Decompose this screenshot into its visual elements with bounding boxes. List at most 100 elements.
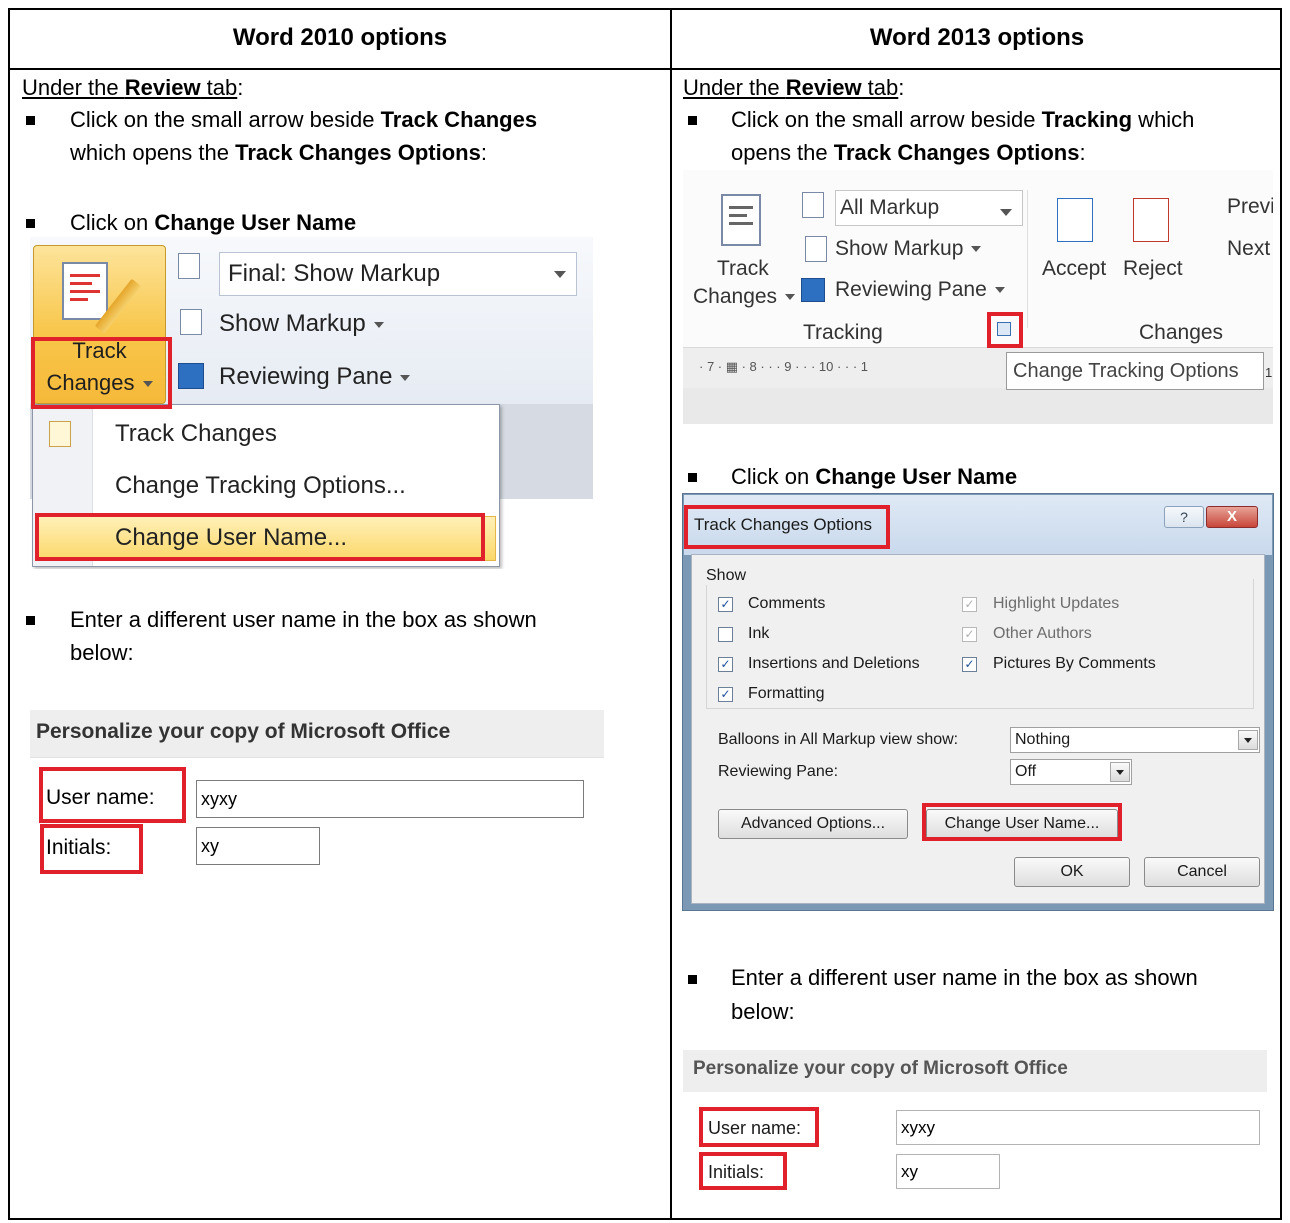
- formatting-label: Formatting: [748, 685, 825, 702]
- comments-label: Comments: [748, 595, 826, 612]
- reviewing-pane-button[interactable]: Reviewing Pane: [835, 277, 1005, 303]
- tracking-group-label: Tracking: [803, 321, 883, 344]
- group-separator: [1027, 190, 1028, 328]
- left-step3-line2: below:: [70, 640, 134, 665]
- comments-checkbox[interactable]: ✓: [718, 597, 733, 612]
- word2013-ribbon-screenshot: Track Changes All Markup Show Markup Rev…: [683, 170, 1273, 424]
- track-changes-button[interactable]: Changes: [693, 284, 796, 310]
- right-step1-line2: opens the Track Changes Options:: [731, 140, 1086, 165]
- left-step1-line1: Click on the small arrow beside Track Ch…: [70, 107, 538, 132]
- accept-icon: [1057, 198, 1093, 242]
- balloons-select[interactable]: Nothing: [1010, 727, 1260, 753]
- ruler-tail: 1!: [1265, 365, 1273, 380]
- document-edit-icon: [721, 194, 761, 246]
- ruler-ticks: · 7 · ▦ · 8 · · · 9 · · · 10 · · · 1: [699, 359, 869, 374]
- personalize-heading: Personalize your copy of Microsoft Offic…: [36, 720, 451, 743]
- initials-input[interactable]: xy: [196, 827, 320, 865]
- header-word-2010: Word 2010 options: [232, 24, 448, 51]
- show-markup-icon: [805, 236, 827, 262]
- initials-input[interactable]: xy: [896, 1154, 1000, 1189]
- dropdown-arrow-icon: [785, 294, 796, 301]
- menu-item-change-tracking-options[interactable]: Change Tracking Options...: [115, 471, 406, 501]
- reject-icon: [1133, 198, 1169, 242]
- user-name-input[interactable]: xyxy: [896, 1110, 1260, 1145]
- markup-display-icon: [802, 192, 824, 218]
- word2010-ribbon-screenshot: Track Changes Final: Show Markup Show Ma…: [30, 237, 593, 569]
- red-highlight-initials: [40, 824, 143, 874]
- advanced-options-button[interactable]: Advanced Options...: [718, 809, 908, 839]
- red-highlight-user-name: [699, 1107, 819, 1147]
- markup-display-icon: [178, 253, 200, 279]
- chevron-down-icon: [1238, 730, 1258, 750]
- balloons-label: Balloons in All Markup view show:: [718, 731, 959, 748]
- reviewing-pane-label: Reviewing Pane:: [718, 763, 839, 780]
- insertions-deletions-checkbox[interactable]: ✓: [718, 657, 733, 672]
- reviewing-pane-icon: [801, 278, 825, 302]
- column-divider: [670, 8, 672, 1220]
- bullet: [26, 116, 35, 125]
- reject-button[interactable]: Reject: [1123, 256, 1183, 282]
- red-highlight-change-user-name: [922, 803, 1122, 841]
- header-word-2013: Word 2013 options: [869, 24, 1085, 51]
- help-button[interactable]: ?: [1164, 506, 1204, 528]
- personalize-panel-2013: Personalize your copy of Microsoft Offic…: [683, 1050, 1267, 1200]
- accept-button[interactable]: Accept: [1042, 256, 1106, 282]
- show-group-label: Show: [706, 567, 751, 585]
- red-highlight-user-name: [39, 767, 186, 823]
- right-step3-line1: Enter a different user name in the box a…: [731, 965, 1198, 990]
- bullet: [26, 616, 35, 625]
- show-markup-icon: [180, 309, 202, 335]
- right-under-review: Under the Review tab:: [683, 75, 905, 100]
- personalize-panel-2010: Personalize your copy of Microsoft Offic…: [30, 710, 604, 875]
- pictures-by-comments-checkbox[interactable]: ✓: [962, 657, 977, 672]
- red-highlight-dialog-title: [684, 505, 890, 549]
- other-authors-checkbox[interactable]: ✓: [962, 627, 977, 642]
- document-area: [683, 388, 1273, 424]
- red-highlight-change-user-name: [35, 513, 485, 561]
- change-tracking-options-tooltip: Change Tracking Options: [1006, 352, 1264, 390]
- left-step1-line2: which opens the Track Changes Options:: [70, 140, 487, 165]
- reviewing-pane-icon: [178, 363, 204, 389]
- show-markup-button[interactable]: Show Markup: [835, 236, 982, 262]
- ink-checkbox[interactable]: [718, 627, 733, 642]
- user-name-input[interactable]: xyxy: [196, 780, 584, 818]
- right-step1-line1: Click on the small arrow beside Tracking…: [731, 107, 1195, 132]
- dialog-body: Show ✓ Comments Ink ✓ Insertions and Del…: [691, 554, 1265, 904]
- personalize-heading-bar: Personalize your copy of Microsoft Offic…: [30, 710, 604, 758]
- reviewing-pane-select[interactable]: Off: [1010, 759, 1132, 785]
- personalize-heading-bar: Personalize your copy of Microsoft Offic…: [683, 1050, 1267, 1092]
- track-changes-menu-icon: [49, 421, 71, 447]
- ink-label: Ink: [748, 625, 770, 642]
- bullet: [688, 116, 697, 125]
- bullet: [688, 975, 697, 984]
- dropdown-arrow-icon: [400, 374, 411, 381]
- left-step3-line1: Enter a different user name in the box a…: [70, 607, 537, 632]
- formatting-checkbox[interactable]: ✓: [718, 687, 733, 702]
- changes-group-label: Changes: [1139, 321, 1224, 344]
- chevron-down-icon: [554, 271, 566, 278]
- chevron-down-icon: [1110, 762, 1130, 782]
- red-highlight-initials: [699, 1152, 787, 1190]
- personalize-heading: Personalize your copy of Microsoft Offic…: [693, 1058, 1068, 1079]
- markup-display-combo[interactable]: All Markup: [835, 190, 1023, 226]
- close-button[interactable]: X: [1206, 506, 1258, 528]
- ok-button[interactable]: OK: [1014, 857, 1130, 887]
- dropdown-arrow-icon: [373, 321, 384, 328]
- previous-button[interactable]: Previ: [1227, 194, 1273, 220]
- document-page: Word 2010 options Word 2013 options Unde…: [0, 0, 1290, 1223]
- markup-display-combo[interactable]: Final: Show Markup: [219, 252, 577, 296]
- cancel-button[interactable]: Cancel: [1144, 857, 1260, 887]
- reviewing-pane-button[interactable]: Reviewing Pane: [219, 362, 411, 392]
- menu-item-track-changes[interactable]: Track Changes: [115, 419, 277, 449]
- next-button[interactable]: Next: [1227, 236, 1270, 262]
- pictures-by-comments-label: Pictures By Comments: [993, 655, 1156, 672]
- highlight-updates-label: Highlight Updates: [993, 595, 1120, 612]
- insertions-deletions-label: Insertions and Deletions: [748, 655, 920, 672]
- document-edit-icon: [62, 262, 108, 320]
- show-markup-button[interactable]: Show Markup: [219, 309, 384, 339]
- highlight-updates-checkbox[interactable]: ✓: [962, 597, 977, 612]
- track-label: Track: [717, 257, 769, 280]
- track-changes-options-dialog: Track Changes Options ? X Show ✓ Comment…: [682, 493, 1274, 911]
- right-step2: Click on Change User Name: [731, 464, 1018, 489]
- dialog-launcher-icon[interactable]: [997, 322, 1011, 336]
